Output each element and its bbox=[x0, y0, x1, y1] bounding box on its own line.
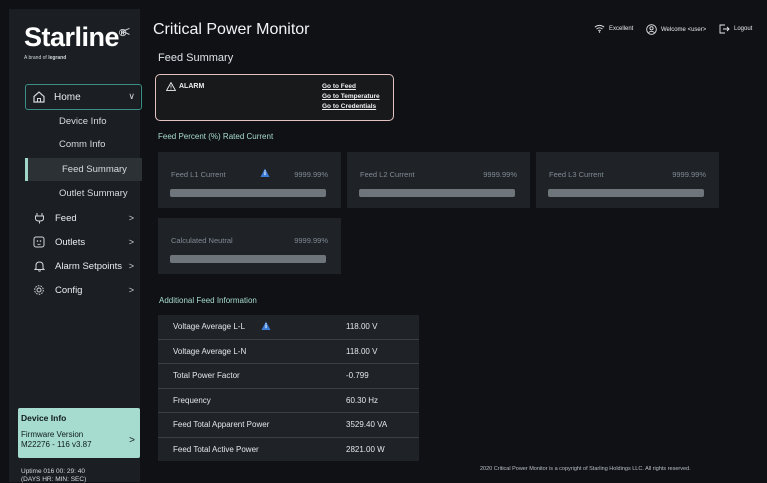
feed-progress-fill bbox=[170, 255, 326, 263]
feed-progress-fill bbox=[359, 189, 515, 197]
row-value: 2821.00 W bbox=[346, 444, 385, 454]
starline-logo[interactable]: Starline® bbox=[24, 24, 126, 51]
feed-card-label: Feed L2 Current bbox=[360, 170, 415, 179]
copyright-footer: 2020 Critical Power Monitor is a copyrig… bbox=[480, 466, 691, 472]
feed-card-value: 9999.99% bbox=[672, 170, 706, 179]
feed-card-value: 9999.99% bbox=[483, 170, 517, 179]
feed-percent-label: Feed Percent (%) Rated Current bbox=[158, 132, 274, 141]
row-value: -0.799 bbox=[346, 371, 369, 381]
device-info-title: Device Info bbox=[21, 413, 67, 423]
warning-icon bbox=[166, 82, 176, 91]
home-icon bbox=[33, 91, 45, 103]
chevron-right-icon: > bbox=[128, 237, 134, 247]
row-value: 118.00 V bbox=[346, 322, 378, 332]
table-row: Feed Total Apparent Power 3529.40 VA bbox=[158, 413, 419, 438]
wifi-icon bbox=[594, 24, 605, 33]
table-row: Voltage Average L-N 118.00 V bbox=[158, 339, 419, 364]
row-label: Total Power Factor bbox=[173, 371, 240, 381]
sidebar-item-comm-info[interactable]: Comm Info bbox=[25, 133, 142, 156]
row-value: 60.30 Hz bbox=[346, 395, 379, 405]
sidebar-item-outlet-summary[interactable]: Outlet Summary bbox=[25, 182, 142, 205]
feed-card-label: Calculated Neutral bbox=[171, 236, 233, 245]
chevron-right-icon: > bbox=[128, 261, 134, 271]
feed-progress-bar bbox=[170, 255, 326, 263]
table-row: Voltage Average L-L 118.00 V bbox=[158, 315, 419, 340]
row-value: 3529.40 VA bbox=[346, 420, 388, 430]
feed-progress-bar bbox=[170, 189, 326, 197]
feed-card-l3: Feed L3 Current 9999.99% bbox=[536, 152, 719, 208]
sidebar-item-device-info[interactable]: Device Info bbox=[25, 110, 142, 133]
feed-card-neutral: Calculated Neutral 9999.99% bbox=[158, 218, 341, 274]
logout-button[interactable]: Logout bbox=[719, 24, 752, 34]
logout-label: Logout bbox=[734, 26, 753, 32]
sidebar-item-label: Home bbox=[54, 91, 81, 103]
sidebar-item-label: Outlets bbox=[55, 236, 86, 248]
additional-feed-table: Voltage Average L-L 118.00 V Voltage Ave… bbox=[158, 315, 419, 461]
feed-card-label: Feed L3 Current bbox=[549, 170, 604, 179]
row-label: Voltage Average L-L bbox=[173, 322, 245, 332]
alarm-banner: ALARM Go to Feed Go to Temperature Go to… bbox=[155, 74, 394, 121]
table-row: Total Power Factor -0.799 bbox=[158, 364, 419, 389]
welcome-user[interactable]: Welcome <user> bbox=[646, 24, 706, 35]
sidebar-item-home[interactable]: Home ∨ bbox=[25, 84, 142, 110]
signal-status: Excellent bbox=[594, 24, 633, 33]
feed-card-label: Feed L1 Current bbox=[171, 170, 226, 179]
info-icon[interactable] bbox=[261, 321, 271, 331]
device-info-card[interactable]: Device Info Firmware Version M22276 - 11… bbox=[18, 408, 140, 458]
go-to-temperature-link[interactable]: Go to Temperature bbox=[322, 93, 380, 100]
uptime-value: Uptime 016 00: 29: 40 bbox=[21, 468, 85, 475]
sidebar-item-label: Alarm Setpoints bbox=[55, 260, 123, 272]
page-title: Feed Summary bbox=[158, 52, 234, 64]
sidebar-item-outlets[interactable]: Outlets > bbox=[25, 231, 142, 253]
bell-icon bbox=[33, 260, 45, 272]
sidebar-item-config[interactable]: Config > bbox=[25, 279, 142, 301]
chevron-right-icon: > bbox=[128, 285, 134, 295]
feed-progress-fill bbox=[170, 189, 326, 197]
sidebar-item-label: Config bbox=[55, 284, 83, 296]
user-icon bbox=[646, 24, 657, 35]
sidebar-item-alarm-setpoints[interactable]: Alarm Setpoints > bbox=[25, 255, 142, 277]
go-to-feed-link[interactable]: Go to Feed bbox=[322, 83, 356, 90]
row-label: Voltage Average L-N bbox=[173, 346, 247, 356]
alarm-title: ALARM bbox=[179, 83, 205, 90]
table-row: Frequency 60.30 Hz bbox=[158, 388, 419, 413]
plug-icon bbox=[33, 212, 45, 224]
sidebar-item-label: Feed bbox=[55, 212, 77, 224]
chevron-right-icon: > bbox=[128, 213, 134, 223]
row-label: Feed Total Apparent Power bbox=[173, 420, 270, 430]
collapse-sidebar-icon[interactable]: < bbox=[122, 23, 130, 39]
row-value: 118.00 V bbox=[346, 346, 378, 356]
feed-progress-bar bbox=[548, 189, 704, 197]
signal-label: Excellent bbox=[609, 25, 634, 32]
logout-icon bbox=[719, 24, 730, 34]
feed-card-value: 9999.99% bbox=[294, 170, 328, 179]
sidebar: Starline® A brand of legrand < Home ∨ De… bbox=[9, 9, 142, 483]
welcome-label: Welcome <user> bbox=[661, 26, 707, 33]
table-row: Feed Total Active Power 2821.00 W bbox=[158, 437, 419, 461]
firmware-value: M22276 - 116 v3.87 bbox=[21, 440, 92, 449]
outlet-icon bbox=[33, 236, 45, 248]
firmware-label: Firmware Version bbox=[21, 430, 84, 439]
brand-tagline: A brand of legrand bbox=[24, 55, 67, 61]
feed-progress-fill bbox=[548, 189, 704, 197]
sidebar-item-feed[interactable]: Feed > bbox=[25, 207, 142, 229]
app-title: Critical Power Monitor bbox=[153, 21, 310, 38]
row-label: Frequency bbox=[173, 395, 211, 405]
row-label: Feed Total Active Power bbox=[173, 444, 259, 454]
feed-card-value: 9999.99% bbox=[294, 236, 328, 245]
sidebar-item-feed-summary[interactable]: Feed Summary bbox=[25, 158, 142, 181]
feed-card-l2: Feed L2 Current 9999.99% bbox=[347, 152, 530, 208]
chevron-down-icon: ∨ bbox=[128, 91, 135, 101]
chevron-right-icon: > bbox=[129, 435, 135, 446]
feed-progress-bar bbox=[359, 189, 515, 197]
gear-icon bbox=[33, 284, 45, 296]
info-icon[interactable] bbox=[260, 168, 270, 178]
additional-feed-info-label: Additional Feed Information bbox=[159, 296, 257, 305]
go-to-credentials-link[interactable]: Go to Credentials bbox=[322, 103, 376, 110]
feed-card-l1: Feed L1 Current 9999.99% bbox=[158, 152, 341, 208]
